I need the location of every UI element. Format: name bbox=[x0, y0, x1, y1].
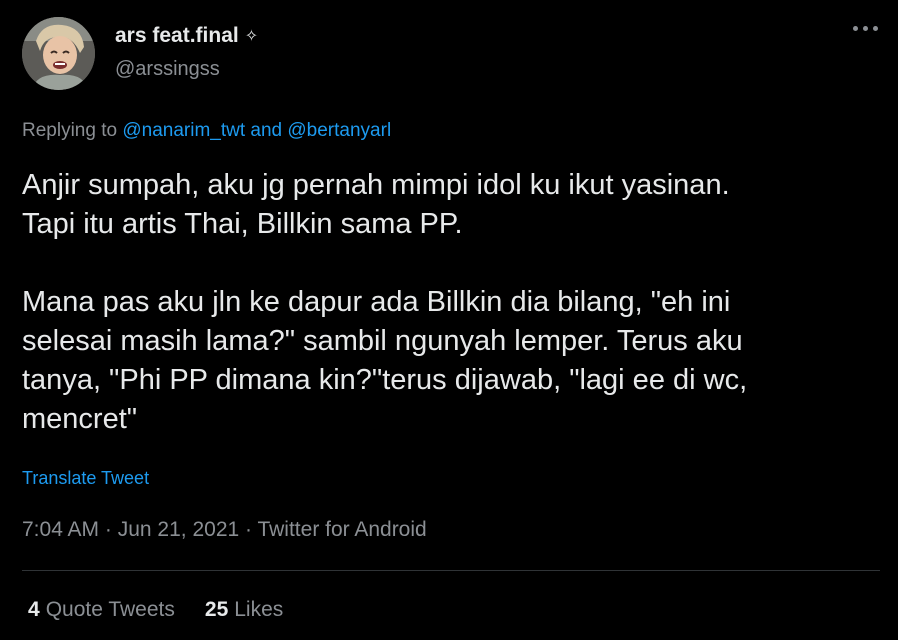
quote-label: Quote Tweets bbox=[45, 598, 175, 621]
replying-prefix: Replying to bbox=[22, 120, 123, 141]
reply-mention-1[interactable]: @nanarim_twt bbox=[122, 120, 245, 141]
tweet-meta: 7:04 AM · Jun 21, 2021 · Twitter for And… bbox=[22, 518, 427, 542]
translate-tweet-link[interactable]: Translate Tweet bbox=[22, 468, 149, 489]
more-options-icon[interactable] bbox=[853, 26, 878, 31]
quote-count: 4 bbox=[28, 598, 40, 621]
replying-to: Replying to @nanarim_twt and @bertanyarl bbox=[22, 120, 391, 142]
author-name[interactable]: ars feat.final bbox=[115, 24, 239, 48]
tweet-stats: 4 Quote Tweets 25 Likes bbox=[28, 598, 283, 622]
tweet-source[interactable]: Twitter for Android bbox=[257, 518, 426, 541]
divider bbox=[22, 570, 880, 571]
author-display-name[interactable]: ars feat.final ✧ bbox=[115, 24, 258, 48]
reply-conjunction: and bbox=[245, 120, 288, 141]
like-count: 25 bbox=[204, 598, 229, 621]
tweet-paragraph: Mana pas aku jln ke dapur ada Billkin di… bbox=[22, 286, 748, 435]
sparkle-icon: ✧ bbox=[244, 28, 259, 45]
avatar-image bbox=[22, 17, 95, 90]
author-handle[interactable]: @arssingss bbox=[115, 58, 220, 81]
tweet-date[interactable]: Jun 21, 2021 bbox=[118, 518, 239, 541]
reply-mention-2[interactable]: @bertanyarl bbox=[287, 120, 391, 141]
meta-separator: · bbox=[239, 518, 258, 541]
like-label: Likes bbox=[234, 598, 284, 621]
quote-tweets-stat[interactable]: 4 Quote Tweets bbox=[28, 598, 175, 622]
avatar[interactable] bbox=[22, 17, 95, 90]
tweet-paragraph: Anjir sumpah, aku jg pernah mimpi idol k… bbox=[22, 169, 730, 240]
tweet-text: Anjir sumpah, aku jg pernah mimpi idol k… bbox=[22, 166, 872, 439]
likes-stat[interactable]: 25 Likes bbox=[205, 598, 283, 622]
tweet-time[interactable]: 7:04 AM bbox=[22, 518, 99, 541]
meta-separator: · bbox=[99, 518, 118, 541]
